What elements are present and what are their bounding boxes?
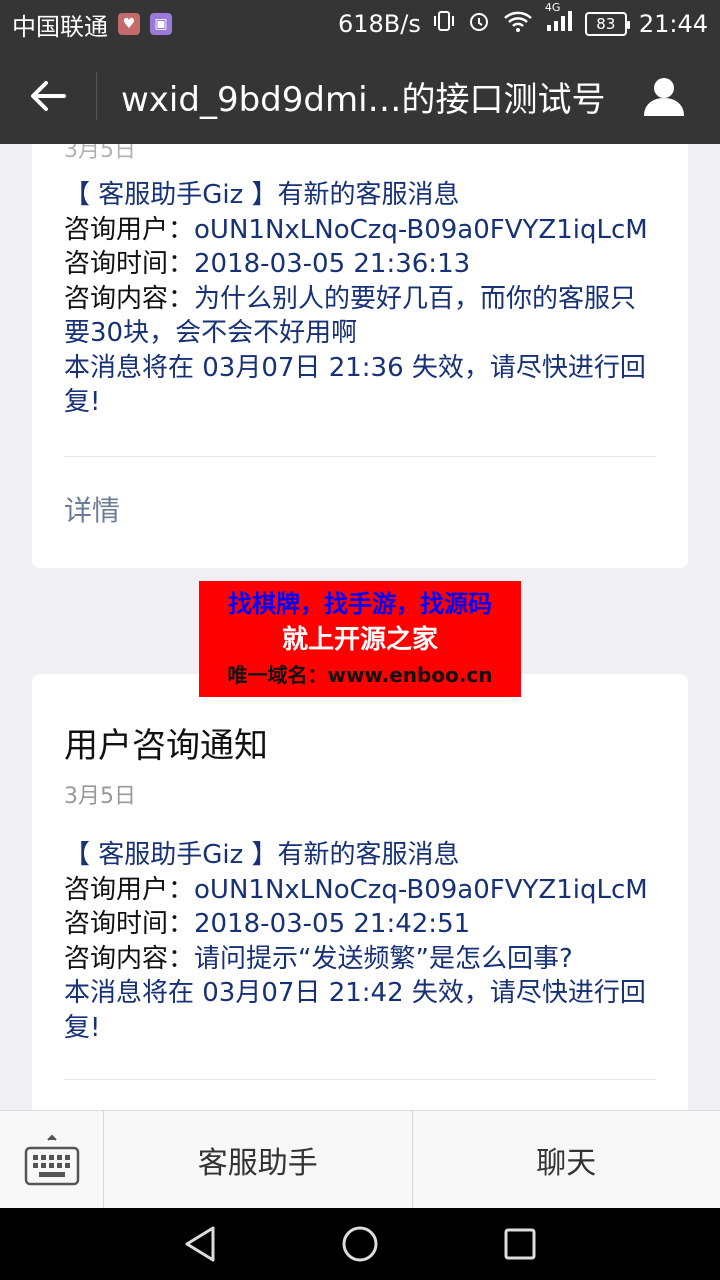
carrier-label: 中国联通 [12, 12, 108, 41]
time-value: 2018-03-05 21:42:51 [194, 909, 471, 939]
detail-link[interactable]: 详情 [64, 493, 656, 529]
template-message-card[interactable]: 3月5日 【 客服助手Giz 】有新的客服消息 咨询用户：oUN1NxLNoCz… [32, 144, 688, 568]
status-bar: 中国联通 ♥ ▣ 618B/s 4G 83 21:44 [0, 0, 720, 48]
keyboard-icon [24, 1134, 79, 1186]
time-value: 2018-03-05 21:36:13 [194, 249, 471, 279]
message-content-row: 咨询内容：为什么别人的要好几百，而你的客服只要30块，会不会不好用啊 [64, 282, 656, 351]
card-date: 3月5日 [64, 784, 136, 809]
ad-banner[interactable]: 找棋牌，找手游，找源码 就上开源之家 唯一域名：www.enboo.cn [199, 581, 521, 697]
bottom-menu: 客服助手 聊天 [0, 1110, 720, 1209]
battery-level: 83 [596, 15, 616, 33]
signal-icon: 4G [545, 1, 573, 39]
user-value: oUN1NxLNoCzq-B09a0FVYZ1iqLcM [194, 874, 648, 905]
time-label: 咨询时间： [64, 909, 195, 939]
message-time-row: 咨询时间：2018-03-05 21:42:51 [64, 907, 656, 942]
user-icon [644, 78, 684, 116]
nav-back-button[interactable] [160, 1208, 240, 1280]
clock: 21:44 [638, 10, 708, 38]
user-value: oUN1NxLNoCzq-B09a0FVYZ1iqLcM [194, 214, 648, 245]
back-button[interactable] [0, 48, 96, 144]
content-label: 咨询内容： [64, 943, 195, 974]
content-label: 咨询内容： [64, 283, 195, 314]
status-right: 618B/s 4G 83 21:44 [337, 1, 708, 39]
nav-recents-button[interactable] [480, 1208, 560, 1280]
card-separator [64, 455, 656, 457]
health-app-icon: ♥ [118, 13, 140, 35]
net-speed: 618B/s [337, 10, 421, 38]
nav-home-button[interactable] [320, 1208, 400, 1280]
alarm-icon [467, 9, 491, 39]
status-left: 中国联通 ♥ ▣ [12, 7, 172, 42]
square-recents-icon [504, 1228, 536, 1260]
content-value: 请问提示“发送频繁”是怎么回事? [194, 943, 573, 974]
message-user-row: 咨询用户：oUN1NxLNoCzq-B09a0FVYZ1iqLcM [64, 873, 656, 908]
card-date: 3月5日 [64, 144, 136, 163]
message-list[interactable]: 3月5日 【 客服助手Giz 】有新的客服消息 咨询用户：oUN1NxLNoCz… [0, 144, 720, 1110]
vibrate-icon [433, 9, 455, 39]
message-body: 【 客服助手Giz 】有新的客服消息 咨询用户：oUN1NxLNoCzq-B09… [64, 838, 656, 1045]
system-nav-bar [0, 1208, 720, 1280]
battery-icon: 83 [584, 12, 630, 36]
menu-item-customer-service[interactable]: 客服助手 [104, 1111, 412, 1208]
keyboard-toggle-button[interactable] [0, 1111, 104, 1209]
back-arrow-icon [31, 81, 66, 111]
message-expire: 本消息将在 03月07日 21:42 失效，请尽快进行回复! [64, 978, 646, 1043]
circle-home-icon [342, 1226, 378, 1262]
ad-line-3: 唯一域名：www.enboo.cn [227, 663, 493, 687]
time-label: 咨询时间： [64, 249, 195, 279]
title-bar: wxid_9bd9dmi…的接口测试号 [0, 48, 720, 144]
user-label: 咨询用户： [64, 874, 195, 905]
wifi-icon [503, 9, 533, 39]
message-expire: 本消息将在 03月07日 21:36 失效，请尽快进行回复! [64, 352, 646, 418]
gallery-app-icon: ▣ [150, 13, 172, 35]
ad-line-1: 找棋牌，找手游，找源码 [228, 590, 492, 618]
message-user-row: 咨询用户：oUN1NxLNoCzq-B09a0FVYZ1iqLcM [64, 213, 656, 248]
message-header: 【 客服助手Giz 】有新的客服消息 [64, 180, 460, 210]
network-type: 4G [544, 1, 561, 14]
menu-item-chat[interactable]: 聊天 [411, 1111, 720, 1208]
message-header: 【 客服助手Giz 】有新的客服消息 [64, 840, 460, 870]
template-message-card[interactable]: 用户咨询通知 3月5日 【 客服助手Giz 】有新的客服消息 咨询用户：oUN1… [32, 674, 688, 1110]
message-time-row: 咨询时间：2018-03-05 21:36:13 [64, 247, 656, 282]
user-label: 咨询用户： [64, 214, 195, 245]
triangle-back-icon [185, 1226, 215, 1262]
card-separator [64, 1079, 656, 1080]
page-title: wxid_9bd9dmi…的接口测试号 [121, 79, 606, 120]
profile-button[interactable] [608, 48, 720, 144]
message-body: 【 客服助手Giz 】有新的客服消息 咨询用户：oUN1NxLNoCzq-B09… [64, 144, 656, 420]
message-content-row: 咨询内容：请问提示“发送频繁”是怎么回事? [64, 942, 656, 977]
ad-line-2: 就上开源之家 [281, 625, 438, 655]
